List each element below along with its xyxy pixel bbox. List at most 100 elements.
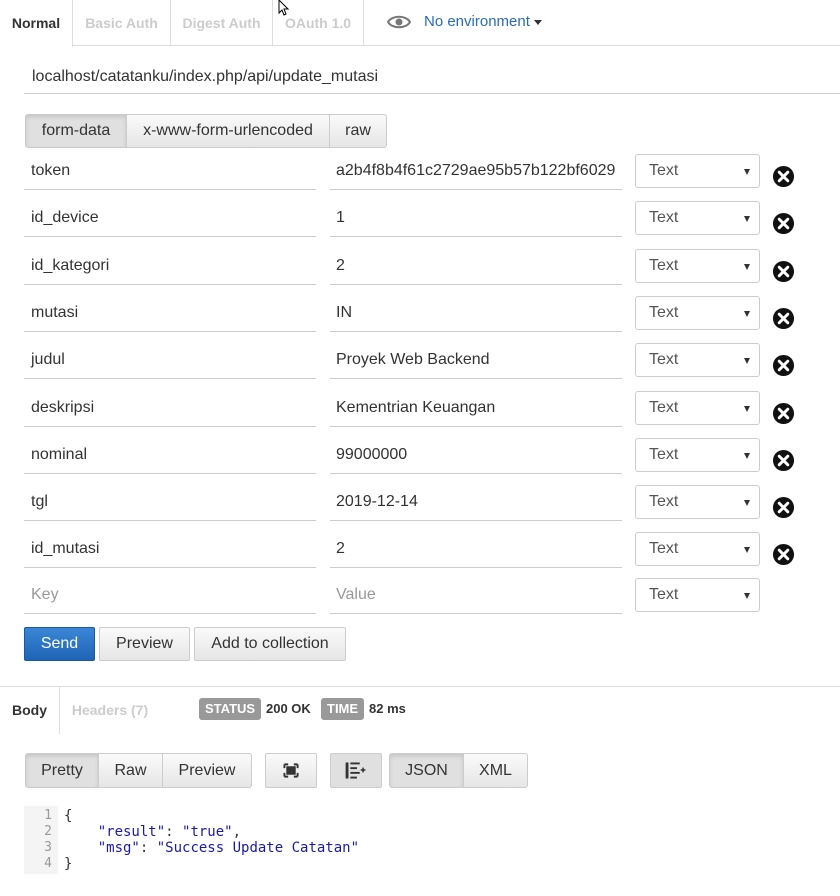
status-badge: STATUS [199,698,262,720]
type-select-value: Text [649,399,679,416]
type-select-value: Text [649,351,679,368]
type-select-value: Text [649,162,679,179]
time-value: 82 ms [369,701,406,716]
code-line: { [64,808,73,824]
type-select[interactable]: Text [635,438,760,472]
remove-row-icon[interactable] [772,402,795,425]
param-row: id_mutasi 2 Text [24,532,804,568]
param-row: mutasi IN Text [24,296,804,332]
chevron-down-icon [744,311,750,317]
tab-raw[interactable]: raw [330,114,387,148]
wrap-lines-button[interactable] [330,753,382,788]
type-select[interactable]: Text [635,154,760,188]
type-select[interactable]: Text [635,391,760,425]
tab-body[interactable]: Body [0,687,60,734]
tab-xml[interactable]: XML [464,753,528,788]
tab-headers[interactable]: Headers (7) [60,687,160,734]
type-select-value: Text [649,586,679,603]
type-select[interactable]: Text [635,201,760,235]
key-input[interactable]: Key [24,578,316,614]
tab-json[interactable]: JSON [389,753,464,788]
type-select[interactable]: Text [635,343,760,377]
key-input[interactable]: id_kategori [24,249,316,285]
line-number: 2 [44,824,52,839]
tab-urlencoded[interactable]: x-www-form-urlencoded [127,114,330,148]
preview-button[interactable]: Preview [99,627,190,661]
key-input[interactable]: deskripsi [24,391,316,427]
value-input[interactable]: IN [330,296,622,332]
url-input[interactable]: localhost/catatanku/index.php/api/update… [24,60,840,94]
param-row: deskripsi Kementrian Keuangan Text [24,391,804,427]
fullscreen-icon [283,763,299,778]
chevron-down-icon [744,406,750,412]
remove-row-icon[interactable] [772,307,795,330]
fullscreen-button[interactable] [265,753,317,788]
type-select-value: Text [649,446,679,463]
chevron-down-icon [744,593,750,599]
value-input[interactable]: a2b4f8b4f61c2729ae95b57b122bf6029 [330,154,622,190]
key-input[interactable]: judul [24,343,316,379]
type-select[interactable]: Text [635,296,760,330]
tab-raw-view[interactable]: Raw [99,753,163,788]
remove-row-icon[interactable] [772,449,795,472]
chevron-down-icon [533,19,542,25]
code-line: } [64,856,73,872]
format-tabs: JSON XML [389,753,528,788]
value-input[interactable]: 2 [330,532,622,568]
send-button[interactable]: Send [24,627,95,661]
param-row: token a2b4f8b4f61c2729ae95b57b122bf6029 Te… [24,154,804,190]
json-string: "Success Update Catatan" [156,840,360,856]
type-select-value: Text [649,257,679,274]
tab-oauth[interactable]: OAuth 1.0 [273,0,364,46]
body-type-tabs: form-data x-www-form-urlencoded raw [25,114,387,148]
key-input[interactable]: id_device [24,201,316,237]
chevron-down-icon [744,358,750,364]
key-input[interactable]: id_mutasi [24,532,316,568]
remove-row-icon[interactable] [772,260,795,283]
remove-row-icon[interactable] [772,212,795,235]
tab-pretty[interactable]: Pretty [25,753,99,788]
response-body: 1 2 3 4 { "result": "true", "msg": "Succ… [24,806,840,874]
key-input[interactable]: token [24,154,316,190]
remove-row-icon[interactable] [772,165,795,188]
code-line: "msg": "Success Update Catatan" [97,840,360,856]
tab-preview-view[interactable]: Preview [163,753,252,788]
type-select[interactable]: Text [635,532,760,566]
add-to-collection-button[interactable]: Add to collection [194,627,346,661]
chevron-down-icon [744,216,750,222]
line-number: 4 [44,856,52,871]
value-input[interactable]: 2 [330,249,622,285]
json-key: "result" [97,824,166,840]
value-input[interactable]: Value [330,578,622,614]
value-input[interactable]: Proyek Web Backend [330,343,622,379]
tab-basic-auth[interactable]: Basic Auth [73,0,171,46]
type-select[interactable]: Text [635,249,760,283]
type-select-value: Text [649,209,679,226]
value-input[interactable]: 1 [330,201,622,237]
value-input[interactable]: 2019-12-14 [330,485,622,521]
value-input[interactable]: Kementrian Keuangan [330,391,622,427]
remove-row-icon[interactable] [772,496,795,519]
auth-tabs: Normal Basic Auth Digest Auth OAuth 1.0 [0,0,840,47]
tab-form-data[interactable]: form-data [25,114,127,148]
param-row: id_kategori 2 Text [24,249,804,285]
key-input[interactable]: tgl [24,485,316,521]
json-key: "msg" [97,840,140,856]
chevron-down-icon [744,169,750,175]
code-line: "result": "true", [97,824,242,840]
key-input[interactable]: mutasi [24,296,316,332]
value-input[interactable]: 99000000 [330,438,622,474]
eye-icon[interactable] [387,14,411,30]
tab-normal[interactable]: Normal [0,0,73,47]
key-input[interactable]: nominal [24,438,316,474]
type-select[interactable]: Text [635,485,760,519]
tab-digest-auth[interactable]: Digest Auth [171,0,273,46]
environment-label: No environment [424,13,530,30]
remove-row-icon[interactable] [772,543,795,566]
status-value: 200 OK [266,701,311,716]
type-select[interactable]: Text [635,578,760,612]
param-row: nominal 99000000 Text [24,438,804,474]
remove-row-icon[interactable] [772,354,795,377]
line-number: 1 [44,808,52,823]
param-row: tgl 2019-12-14 Text [24,485,804,521]
